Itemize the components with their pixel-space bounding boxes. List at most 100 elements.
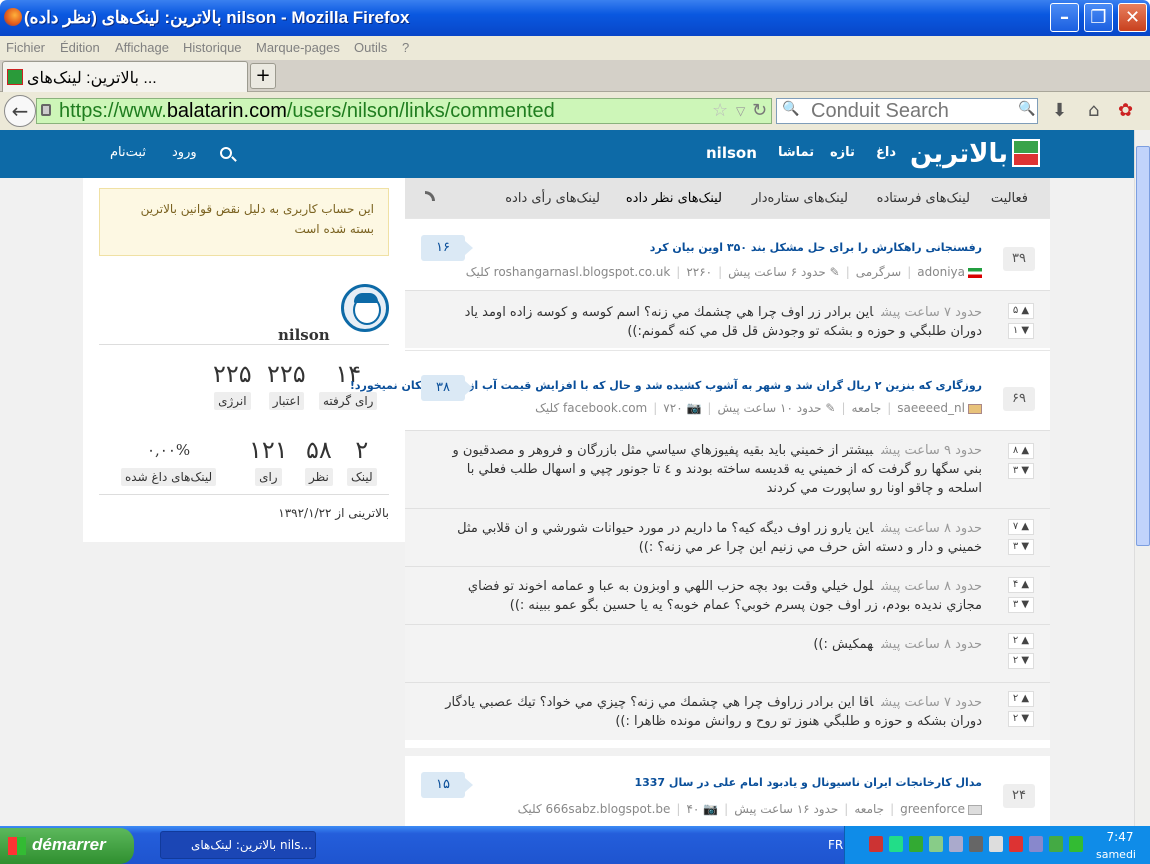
reload-icon[interactable]: ↻ — [752, 100, 767, 121]
browser-tab[interactable]: بالاترین: لینک‌های ... — [2, 61, 248, 92]
url-bar[interactable]: https://www.balatarin.com/users/nilson/l… — [36, 98, 772, 124]
tab-voted-links[interactable]: لینک‌های رأی داده — [505, 191, 600, 206]
back-button[interactable]: ← — [4, 95, 36, 127]
comment-upvote[interactable]: ۴ ▲ — [1008, 577, 1034, 593]
new-tab-button[interactable]: + — [250, 63, 276, 89]
stat-value: ۲ — [355, 436, 369, 464]
story-user[interactable]: adoniya — [917, 265, 965, 279]
story-vote-count[interactable]: ۲۴ — [1003, 784, 1035, 808]
story-vote-count[interactable]: ۳۹ — [1003, 247, 1035, 271]
menu-history[interactable]: Historique — [183, 40, 242, 55]
story-source[interactable]: roshangarnasl.blogspot.co.uk — [494, 265, 671, 279]
search-icon[interactable] — [220, 147, 232, 159]
story-vote-count[interactable]: ۶۹ — [1003, 387, 1035, 411]
tray-icon[interactable] — [989, 836, 1003, 852]
story-category[interactable]: سرگرمی — [856, 265, 901, 279]
url-prefix: https://www. — [59, 100, 167, 122]
tab-starred-links[interactable]: لینک‌های ستاره‌دار — [752, 191, 848, 206]
stat-value: ۲۲۵ — [267, 360, 306, 388]
tray-icon[interactable] — [969, 836, 983, 852]
addon-icon[interactable]: ✿ — [1118, 100, 1133, 121]
downvote-count: ۱ — [1012, 325, 1019, 336]
tray-icon[interactable] — [929, 836, 943, 852]
tray-icon[interactable] — [1029, 836, 1043, 852]
search-engine-icon[interactable]: 🔍 — [782, 101, 799, 117]
profile-username: nilson — [278, 326, 330, 344]
search-input[interactable]: Conduit Search — [776, 98, 1038, 124]
story-source[interactable]: 666sabz.blogspot.be — [546, 802, 671, 816]
menu-file[interactable]: Fichier — [6, 40, 45, 55]
minimize-button[interactable]: – — [1050, 3, 1079, 32]
story-meta: saeeeed_nl|جامعه|✎ حدود ۱۰ ساعت پیش|📷 fa… — [535, 401, 982, 415]
story-meta: greenforce|جامعه|حدود ۱۶ ساعت پیش|📷 666s… — [518, 802, 982, 816]
comment-time: حدود ۸ ساعت پیش — [881, 579, 982, 594]
windows-logo-icon — [8, 837, 26, 855]
story-category[interactable]: جامعه — [854, 802, 884, 816]
story-category[interactable]: جامعه — [852, 401, 882, 415]
stat-value: ۵۸ — [306, 436, 332, 464]
stat-label: اعتبار — [268, 392, 304, 410]
comment-item: ۸ ▲ ۳ ▼ حدود ۹ ساعت پیشبيشتر از خميني با… — [405, 430, 1050, 508]
comment-downvote[interactable]: ۳ ▼ — [1008, 539, 1034, 555]
comment-upvote[interactable]: ۷ ▲ — [1008, 519, 1034, 535]
camera-icon: 📷 — [686, 401, 702, 415]
maximize-button[interactable]: ❐ — [1084, 3, 1113, 32]
comment-upvote[interactable]: ۸ ▲ — [1008, 443, 1034, 459]
bookmark-star-icon[interactable]: ☆ — [712, 100, 728, 121]
comment-downvote[interactable]: ۲ ▼ — [1008, 711, 1034, 727]
menu-edit[interactable]: Édition — [60, 40, 100, 55]
home-icon[interactable]: ⌂ — [1088, 100, 1099, 121]
tray-icon[interactable] — [1069, 836, 1083, 852]
tray-icon[interactable] — [909, 836, 923, 852]
clock[interactable]: 7:47 — [1100, 830, 1140, 844]
story-user[interactable]: saeeeed_nl — [897, 401, 965, 415]
comment-upvote[interactable]: ۲ ▲ — [1008, 691, 1034, 707]
menu-tools[interactable]: Outils — [354, 40, 387, 55]
menu-help[interactable]: ? — [402, 40, 409, 55]
tray-icon[interactable] — [889, 836, 903, 852]
comment-count[interactable]: ۱۶ — [421, 235, 473, 261]
comment-count[interactable]: ۱۵ — [421, 772, 473, 798]
tab-sent-links[interactable]: لینک‌های فرستاده — [877, 191, 970, 206]
vertical-scrollbar[interactable] — [1134, 130, 1150, 826]
tab-activity[interactable]: فعالیت — [991, 191, 1028, 206]
close-button[interactable]: ✕ — [1118, 3, 1147, 32]
comment-downvote[interactable]: ۳ ▼ — [1008, 597, 1034, 613]
nav-new[interactable]: تازه — [830, 145, 855, 160]
signup-link[interactable]: ثبت‌نام — [110, 145, 146, 160]
comment-downvote[interactable]: ۲ ▼ — [1008, 653, 1034, 669]
site-logo[interactable]: بالاترین — [910, 139, 1040, 169]
taskbar-firefox-item[interactable]: بالاترین: لینک‌های nils... — [160, 831, 316, 859]
nav-watch[interactable]: تماشا — [778, 145, 814, 160]
language-indicator[interactable]: FR — [828, 838, 843, 852]
tab-commented-links[interactable]: لینک‌های نظر داده — [626, 191, 722, 206]
downvote-count: ۳ — [1012, 599, 1019, 610]
nav-username[interactable]: nilson — [706, 144, 757, 162]
search-go-icon[interactable]: 🔍 — [1018, 101, 1035, 117]
comment-upvote[interactable]: ۵ ▲ — [1008, 303, 1034, 319]
download-icon[interactable]: ⬇ — [1052, 100, 1067, 121]
tray-icon[interactable] — [1049, 836, 1063, 852]
rss-icon[interactable] — [425, 191, 435, 201]
upvote-count: ۴ — [1012, 579, 1019, 590]
tray-icon[interactable] — [1009, 836, 1023, 852]
login-link[interactable]: ورود — [172, 145, 197, 160]
tray-icon[interactable] — [949, 836, 963, 852]
story-source[interactable]: facebook.com — [563, 401, 647, 415]
start-button[interactable]: démarrer — [0, 828, 134, 864]
story-title[interactable]: رفسنجانی راهکارش را برای حل مشکل بند ۳۵۰… — [650, 241, 982, 254]
dropdown-icon[interactable]: ▽ — [736, 104, 745, 118]
tray-icon[interactable] — [869, 836, 883, 852]
story-user[interactable]: greenforce — [900, 802, 965, 816]
comment-upvote[interactable]: ۲ ▲ — [1008, 633, 1034, 649]
web-page: بالاترین داغ تازه تماشا nilson ورود ثبت‌… — [0, 130, 1134, 826]
menu-bookmarks[interactable]: Marque-pages — [256, 40, 340, 55]
scrollbar-thumb[interactable] — [1136, 146, 1150, 546]
nav-hot[interactable]: داغ — [876, 145, 896, 160]
story-title[interactable]: مدال کارخانجات ایران ناسیونال و یادبود ا… — [634, 776, 982, 789]
comment-time: حدود ۸ ساعت پیش — [881, 521, 982, 536]
comment-downvote[interactable]: ۱ ▼ — [1008, 323, 1034, 339]
comment-count[interactable]: ۳۸ — [421, 375, 473, 401]
menu-view[interactable]: Affichage — [115, 40, 169, 55]
comment-downvote[interactable]: ۳ ▼ — [1008, 463, 1034, 479]
